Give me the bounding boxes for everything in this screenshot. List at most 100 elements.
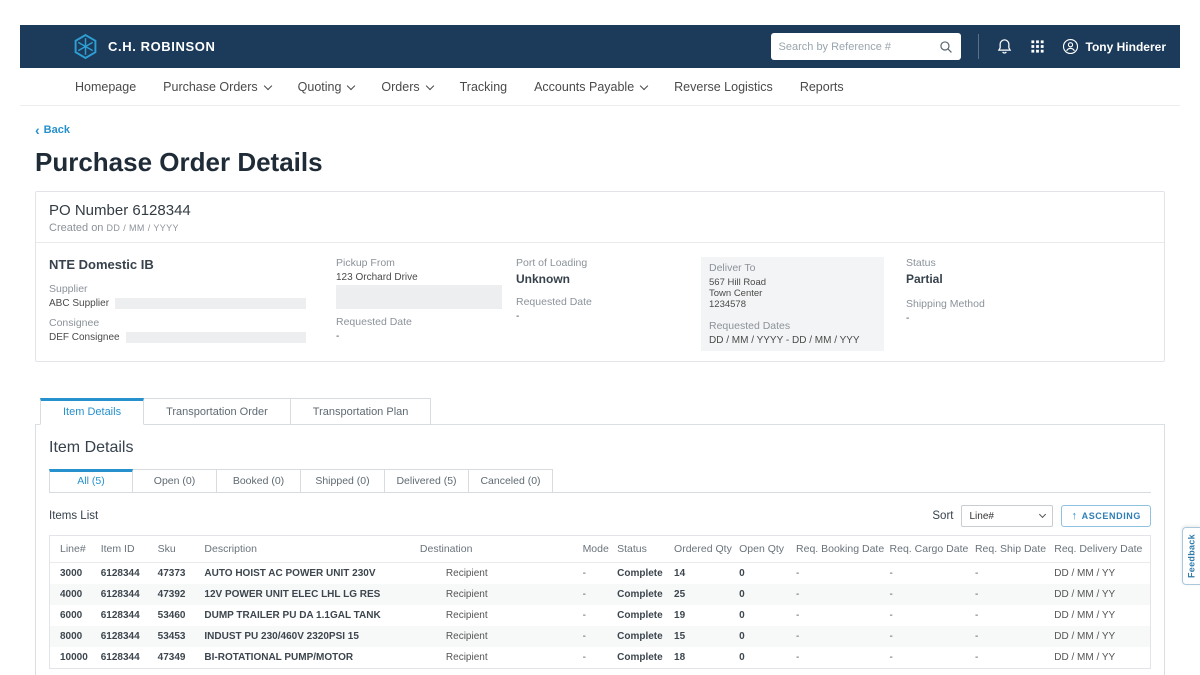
status-label: Status [906,257,1151,269]
table-cell: - [790,563,884,585]
shipping-method-value: - [906,313,1151,324]
order-type: NTE Domestic IB [49,257,336,272]
po-summary-grid: NTE Domestic IB Supplier ABC Supplier Co… [49,251,1151,351]
table-cell: - [577,584,612,605]
supplier-label: Supplier [49,283,336,295]
table-cell: 10000 [50,647,95,668]
nav-item-label: Accounts Payable [534,80,634,94]
redacted-block [126,332,306,343]
requested-dates-label: Requested Dates [709,320,876,332]
nav-item-reports[interactable]: Reports [800,80,844,94]
table-row[interactable]: 10000612834447349BI-ROTATIONAL PUMP/MOTO… [50,647,1150,668]
pickup-requested-date-label: Requested Date [336,316,516,328]
details-section: Item DetailsTransportation OrderTranspor… [35,398,1165,675]
table-cell: 47349 [152,647,199,668]
table-row[interactable]: 400061283444739212V POWER UNIT ELEC LHL … [50,584,1150,605]
consignee-value-row: DEF Consignee [49,332,306,343]
table-cell: 15 [668,626,733,647]
status-value: Partial [906,272,1151,286]
pickup-from-value: 123 Orchard Drive [336,272,516,283]
table-cell: 8000 [50,626,95,647]
table-cell: - [884,647,969,668]
brand[interactable]: C.H. ROBINSON [72,33,215,60]
user-menu[interactable]: Tony Hinderer [1062,38,1166,55]
sort-controls: Sort Line# ↑ ASCENDING [932,505,1151,527]
column-header-status: Status [611,536,668,563]
pickup-requested-date-value: - [336,331,516,342]
pickup-from-label: Pickup From [336,257,516,269]
nav-item-purchase-orders[interactable]: Purchase Orders [163,80,270,94]
chevron-down-icon [263,81,271,89]
nav-item-label: Reports [800,80,844,94]
po-col-pickup: Pickup From 123 Orchard Drive Requested … [336,257,516,351]
po-col-deliver: Deliver To 567 Hill RoadTown Center12345… [701,257,906,351]
column-header-req-ship-date: Req. Ship Date [969,536,1048,563]
table-row[interactable]: 3000612834447373AUTO HOIST AC POWER UNIT… [50,563,1150,585]
search-input[interactable] [779,41,939,53]
sort-select-value: Line# [969,511,993,522]
table-cell: 6128344 [95,647,152,668]
po-summary-card: PO Number 6128344 Created on DD / MM / Y… [35,191,1165,362]
table-cell: - [884,626,969,647]
detail-tabs: Item DetailsTransportation OrderTranspor… [40,398,1165,425]
table-cell: DD / MM / YY [1048,584,1150,605]
table-cell: - [884,584,969,605]
table-cell: - [790,647,884,668]
nav-item-label: Quoting [298,80,342,94]
consignee-label: Consignee [49,317,336,329]
redacted-block [336,285,502,309]
notifications-bell-icon[interactable] [996,38,1013,55]
chevron-left-icon: ‹ [35,125,40,135]
table-cell: Recipient [414,584,577,605]
table-cell: DD / MM / YY [1048,647,1150,668]
tab-transportation-order[interactable]: Transportation Order [144,398,291,425]
table-cell: 25 [668,584,733,605]
chevron-down-icon [640,81,648,89]
nav-item-orders[interactable]: Orders [381,80,432,94]
nav-item-homepage[interactable]: Homepage [75,80,136,94]
sort-direction-button[interactable]: ↑ ASCENDING [1061,505,1151,527]
sort-label: Sort [932,510,953,522]
table-cell: - [577,626,612,647]
chevron-down-icon [347,81,355,89]
table-row[interactable]: 6000612834453460DUMP TRAILER PU DA 1.1GA… [50,605,1150,626]
tab-transportation-plan[interactable]: Transportation Plan [291,398,432,425]
nav-item-quoting[interactable]: Quoting [298,80,355,94]
consignee-value: DEF Consignee [49,332,120,343]
nav-item-label: Reverse Logistics [674,80,773,94]
table-cell: 6128344 [95,605,152,626]
filter-tab-booked-0[interactable]: Booked (0) [217,469,301,492]
feedback-button[interactable]: Feedback [1182,527,1200,585]
table-cell: Complete [611,626,668,647]
filter-tab-shipped-0[interactable]: Shipped (0) [301,469,385,492]
back-link[interactable]: ‹ Back [35,124,70,136]
page-title: Purchase Order Details [35,147,1165,178]
nav-item-reverse-logistics[interactable]: Reverse Logistics [674,80,773,94]
table-cell: 19 [668,605,733,626]
filter-tab-all-5[interactable]: All (5) [49,469,133,492]
po-created-on: Created on DD / MM / YYYY [49,222,1151,234]
table-cell: - [884,605,969,626]
deliver-to-panel: Deliver To 567 Hill RoadTown Center12345… [701,257,884,351]
column-header-description: Description [198,536,414,563]
tab-item-details[interactable]: Item Details [40,398,144,425]
items-table: Line#Item IDSkuDescriptionDestinationMod… [50,536,1150,668]
table-row[interactable]: 8000612834453453INDUST PU 230/460V 2320P… [50,626,1150,647]
port-of-loading-value: Unknown [516,272,701,286]
search-box[interactable] [771,33,961,60]
filter-tab-delivered-5[interactable]: Delivered (5) [385,469,469,492]
table-cell: Complete [611,584,668,605]
table-cell: - [577,647,612,668]
app-grid-icon[interactable] [1030,39,1045,54]
sort-select[interactable]: Line# [961,505,1053,527]
column-header-open-qty: Open Qty [733,536,790,563]
filter-tab-open-0[interactable]: Open (0) [133,469,217,492]
nav-item-accounts-payable[interactable]: Accounts Payable [534,80,647,94]
table-cell: - [577,563,612,585]
shipping-method-label: Shipping Method [906,298,1151,310]
search-icon[interactable] [939,40,953,54]
back-label: Back [44,124,70,136]
filter-tab-canceled-0[interactable]: Canceled (0) [469,469,553,492]
deliver-to-address: 567 Hill RoadTown Center1234578 [709,277,876,310]
nav-item-tracking[interactable]: Tracking [460,80,507,94]
